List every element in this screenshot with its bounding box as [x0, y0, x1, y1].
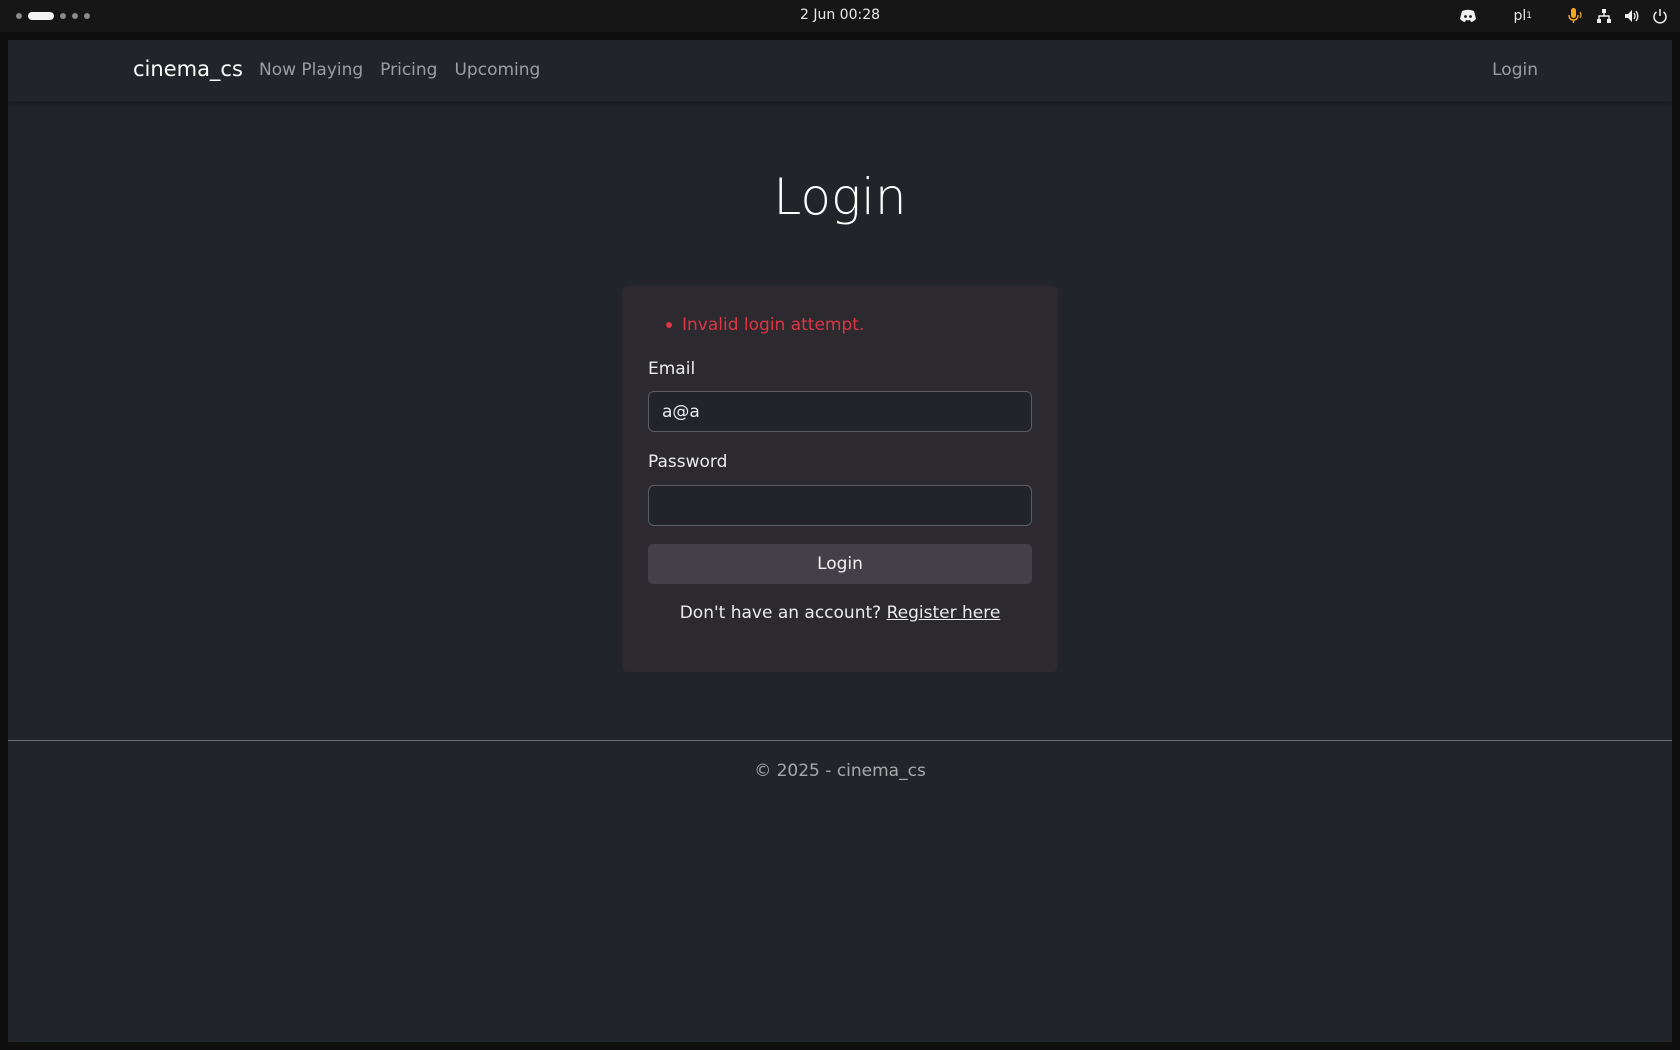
- keyboard-layout[interactable]: pl 1: [1513, 6, 1532, 26]
- error-message: Invalid login attempt.: [666, 315, 864, 335]
- register-prompt: Don't have an account? Register here: [622, 603, 1058, 623]
- nav-link-now-playing[interactable]: Now Playing: [259, 60, 363, 80]
- discord-icon[interactable]: [1459, 6, 1477, 26]
- clock[interactable]: 2 Jun 00:28: [0, 7, 1680, 23]
- navbar: cinema_cs Now Playing Pricing Upcoming L…: [8, 40, 1672, 102]
- system-tray: pl 1: [1459, 6, 1668, 26]
- login-button[interactable]: Login: [648, 544, 1032, 584]
- password-label: Password: [648, 452, 728, 472]
- login-card: Invalid login attempt. Email Password Lo…: [622, 286, 1058, 672]
- register-link[interactable]: Register here: [887, 603, 1001, 623]
- system-top-bar: 2 Jun 00:28 pl 1: [0, 0, 1680, 32]
- volume-icon[interactable]: [1624, 6, 1640, 26]
- password-field[interactable]: [648, 485, 1032, 526]
- footer-divider: [8, 740, 1672, 741]
- network-icon[interactable]: [1596, 6, 1612, 26]
- nav-link-pricing[interactable]: Pricing: [380, 60, 437, 80]
- nav-link-upcoming[interactable]: Upcoming: [454, 60, 540, 80]
- power-icon[interactable]: [1652, 6, 1668, 26]
- register-prompt-text: Don't have an account?: [679, 603, 882, 623]
- nav-links: Now Playing Pricing Upcoming: [259, 60, 540, 80]
- page-title: Login: [773, 168, 907, 226]
- brand-link[interactable]: cinema_cs: [133, 57, 243, 81]
- footer-text: © 2025 - cinema_cs: [754, 761, 926, 781]
- validation-summary: Invalid login attempt.: [666, 315, 864, 335]
- microphone-icon[interactable]: [1566, 6, 1584, 26]
- page: cinema_cs Now Playing Pricing Upcoming L…: [8, 40, 1672, 1042]
- email-field[interactable]: [648, 391, 1032, 432]
- email-label: Email: [648, 359, 696, 379]
- nav-login-link[interactable]: Login: [1492, 60, 1538, 80]
